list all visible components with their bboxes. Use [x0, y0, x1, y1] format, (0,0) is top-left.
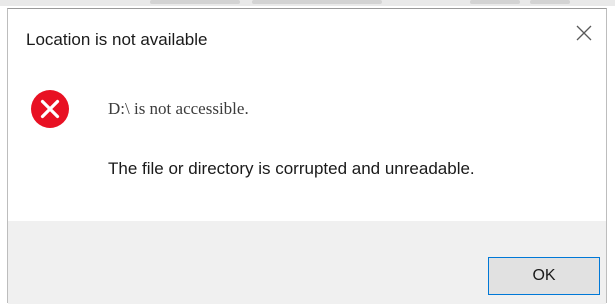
title-bar[interactable]: Location is not available [8, 9, 606, 49]
close-icon [576, 25, 592, 41]
error-message-primary: D:\ is not accessible. [108, 99, 249, 118]
error-icon [31, 90, 69, 128]
background-text-fragment [252, 0, 382, 4]
error-message-secondary: The file or directory is corrupted and u… [108, 159, 475, 178]
background-text-fragment [530, 0, 570, 4]
dialog-title: Location is not available [26, 30, 208, 49]
dialog-content: D:\ is not accessible. The file or direc… [8, 49, 606, 221]
background-text-fragment [470, 0, 520, 4]
close-button[interactable] [562, 15, 606, 49]
background-text-fragment [150, 0, 240, 4]
background-window-strip [0, 0, 615, 6]
ok-button[interactable]: OK [488, 257, 600, 295]
dialog-footer: OK [8, 221, 606, 304]
error-dialog: Location is not available D:\ is not acc… [7, 8, 607, 304]
